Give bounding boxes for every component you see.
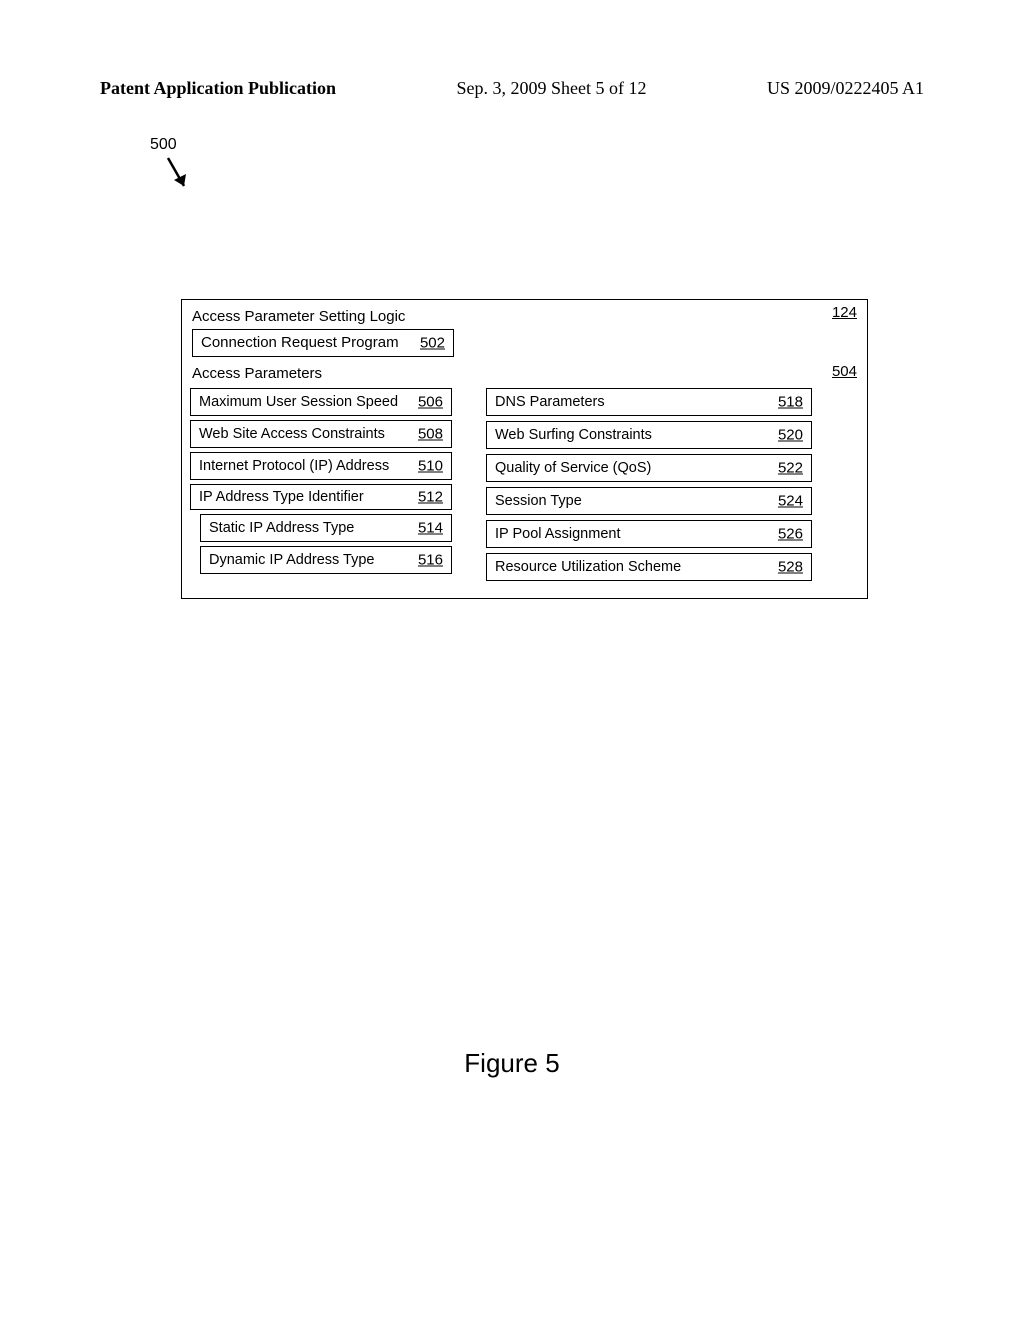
param-session-type: Session Type 524 [486, 487, 812, 515]
header-left: Patent Application Publication [100, 78, 336, 99]
param-refnum: 516 [418, 552, 443, 569]
param-label: Dynamic IP Address Type [209, 552, 375, 568]
param-refnum: 520 [778, 427, 803, 444]
param-label: Maximum User Session Speed [199, 394, 398, 410]
param-refnum: 510 [418, 458, 443, 475]
crp-label: Connection Request Program [201, 334, 399, 351]
param-ip-address: Internet Protocol (IP) Address 510 [190, 452, 452, 480]
param-label: Resource Utilization Scheme [495, 559, 681, 575]
param-label: Quality of Service (QoS) [495, 460, 651, 476]
param-refnum: 522 [778, 460, 803, 477]
figure-caption: Figure 5 [0, 1048, 1024, 1079]
figure-reference-number: 500 [150, 136, 177, 154]
access-parameter-setting-logic-box: Access Parameter Setting Logic 124 Conne… [181, 299, 868, 599]
param-label: IP Pool Assignment [495, 526, 620, 542]
header-right: US 2009/0222405 A1 [767, 78, 924, 99]
param-dns-parameters: DNS Parameters 518 [486, 388, 812, 416]
connection-request-program-box: Connection Request Program 502 [192, 329, 454, 357]
parameters-columns: Maximum User Session Speed 506 Web Site … [190, 388, 859, 586]
param-refnum: 514 [418, 520, 443, 537]
header-row: Patent Application Publication Sep. 3, 2… [100, 78, 924, 99]
crp-refnum: 502 [420, 335, 445, 352]
param-web-surfing: Web Surfing Constraints 520 [486, 421, 812, 449]
access-parameters-title: Access Parameters [192, 365, 859, 382]
param-static-ip-type: Static IP Address Type 514 [200, 514, 452, 542]
param-refnum: 528 [778, 559, 803, 576]
outer-box-title: Access Parameter Setting Logic [192, 308, 859, 325]
access-parameters-refnum: 504 [832, 363, 857, 380]
arrow-down-right-icon [160, 154, 200, 204]
param-label: Web Site Access Constraints [199, 426, 385, 442]
param-refnum: 506 [418, 394, 443, 411]
param-max-session-speed: Maximum User Session Speed 506 [190, 388, 452, 416]
param-label: Internet Protocol (IP) Address [199, 458, 389, 474]
param-qos: Quality of Service (QoS) 522 [486, 454, 812, 482]
param-label: DNS Parameters [495, 394, 605, 410]
param-label: IP Address Type Identifier [199, 489, 364, 505]
param-label: Web Surfing Constraints [495, 427, 652, 443]
parameters-right-column: DNS Parameters 518 Web Surfing Constrain… [486, 388, 812, 586]
param-refnum: 524 [778, 493, 803, 510]
param-dynamic-ip-type: Dynamic IP Address Type 516 [200, 546, 452, 574]
param-label: Static IP Address Type [209, 520, 354, 536]
param-web-site-access: Web Site Access Constraints 508 [190, 420, 452, 448]
param-label: Session Type [495, 493, 582, 509]
access-parameters-section: Access Parameters 504 Maximum User Sessi… [190, 365, 859, 586]
header-center: Sep. 3, 2009 Sheet 5 of 12 [457, 78, 647, 99]
parameters-left-column: Maximum User Session Speed 506 Web Site … [190, 388, 452, 586]
param-resource-utilization: Resource Utilization Scheme 528 [486, 553, 812, 581]
param-refnum: 512 [418, 489, 443, 506]
page-header: Patent Application Publication Sep. 3, 2… [0, 78, 1024, 99]
param-ip-type-identifier: IP Address Type Identifier 512 [190, 484, 452, 510]
param-ip-pool: IP Pool Assignment 526 [486, 520, 812, 548]
page-root: Patent Application Publication Sep. 3, 2… [0, 0, 1024, 1320]
param-refnum: 508 [418, 426, 443, 443]
param-refnum: 518 [778, 394, 803, 411]
param-refnum: 526 [778, 526, 803, 543]
outer-box-refnum: 124 [832, 304, 857, 321]
